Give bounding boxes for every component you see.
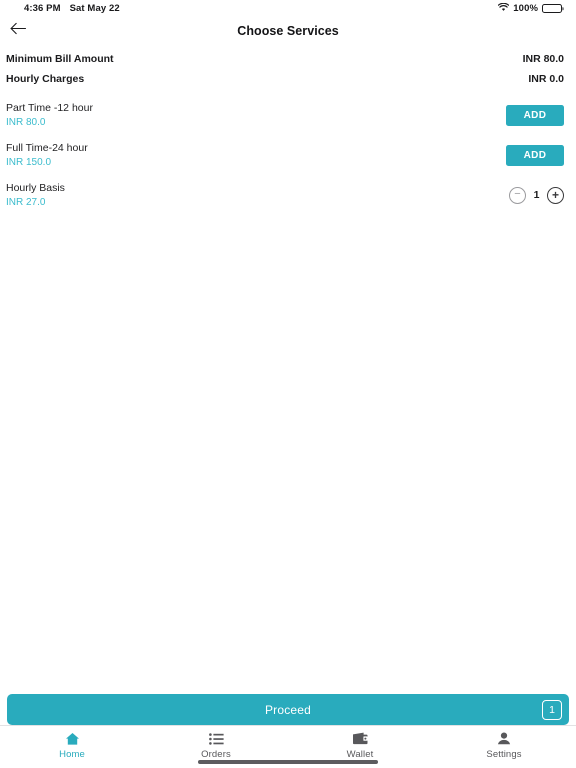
service-row-full-time: Full Time-24 hour INR 150.0 ADD <box>0 135 576 175</box>
tab-label-orders: Orders <box>201 749 231 760</box>
wallet-icon <box>352 731 368 746</box>
tab-orders[interactable]: Orders <box>144 731 288 760</box>
summary-row-minimum-bill: Minimum Bill Amount INR 80.0 <box>0 49 576 69</box>
service-name: Full Time-24 hour <box>6 142 88 154</box>
navigation-bar: Choose Services <box>0 17 576 44</box>
battery-full-icon <box>542 3 562 14</box>
quantity-value: 1 <box>533 189 540 201</box>
service-row-hourly-basis: Hourly Basis INR 27.0 − 1 + <box>0 175 576 215</box>
summary-value: INR 0.0 <box>528 73 564 85</box>
service-row-part-time: Part Time -12 hour INR 80.0 ADD <box>0 95 576 135</box>
tab-home[interactable]: Home <box>0 731 144 760</box>
tab-wallet[interactable]: Wallet <box>288 731 432 760</box>
bill-summary-section: Minimum Bill Amount INR 80.0 Hourly Char… <box>0 49 576 89</box>
tab-label-settings: Settings <box>486 749 522 760</box>
tab-label-wallet: Wallet <box>346 749 374 760</box>
plus-icon: + <box>551 187 559 202</box>
person-icon <box>497 731 511 746</box>
home-indicator <box>198 760 378 764</box>
service-info: Hourly Basis INR 27.0 <box>6 182 65 208</box>
proceed-label: Proceed <box>264 702 312 717</box>
status-bar-right: 100% <box>498 2 562 15</box>
summary-label: Minimum Bill Amount <box>6 53 114 65</box>
proceed-button[interactable]: Proceed 1 <box>7 694 569 725</box>
service-name: Part Time -12 hour <box>6 102 93 114</box>
summary-label: Hourly Charges <box>6 73 85 85</box>
minus-icon: − <box>514 188 521 200</box>
service-info: Full Time-24 hour INR 150.0 <box>6 142 88 168</box>
status-bar: 4:36 PM Sat May 22 100% <box>0 0 576 17</box>
add-button-part-time[interactable]: ADD <box>506 104 564 126</box>
service-list: Part Time -12 hour INR 80.0 ADD Full Tim… <box>0 95 576 215</box>
tab-settings[interactable]: Settings <box>432 731 576 760</box>
wifi-icon <box>498 2 510 15</box>
status-time: 4:36 PM <box>24 3 61 14</box>
service-price: INR 80.0 <box>6 117 46 128</box>
home-icon <box>65 731 80 746</box>
list-icon <box>208 731 224 746</box>
service-price: INR 150.0 <box>6 157 52 168</box>
battery-percent-label: 100% <box>513 3 538 14</box>
status-bar-left: 4:36 PM Sat May 22 <box>24 3 120 14</box>
summary-value: INR 80.0 <box>522 53 564 65</box>
service-name: Hourly Basis <box>6 182 65 194</box>
service-price: INR 27.0 <box>6 197 46 208</box>
tab-label-home: Home <box>59 749 85 760</box>
summary-row-hourly-charges: Hourly Charges INR 0.0 <box>0 69 576 89</box>
status-date: Sat May 22 <box>69 3 120 14</box>
cart-count-badge: 1 <box>542 699 562 720</box>
proceed-bar-container: Proceed 1 <box>0 694 576 725</box>
add-button-full-time[interactable]: ADD <box>506 144 564 166</box>
increment-button[interactable]: + <box>547 186 564 204</box>
service-info: Part Time -12 hour INR 80.0 <box>6 102 93 128</box>
back-arrow-icon <box>9 22 27 40</box>
quantity-stepper: − 1 + <box>509 186 564 204</box>
decrement-button[interactable]: − <box>509 186 526 204</box>
page-title: Choose Services <box>237 23 339 38</box>
back-button[interactable] <box>6 19 30 43</box>
